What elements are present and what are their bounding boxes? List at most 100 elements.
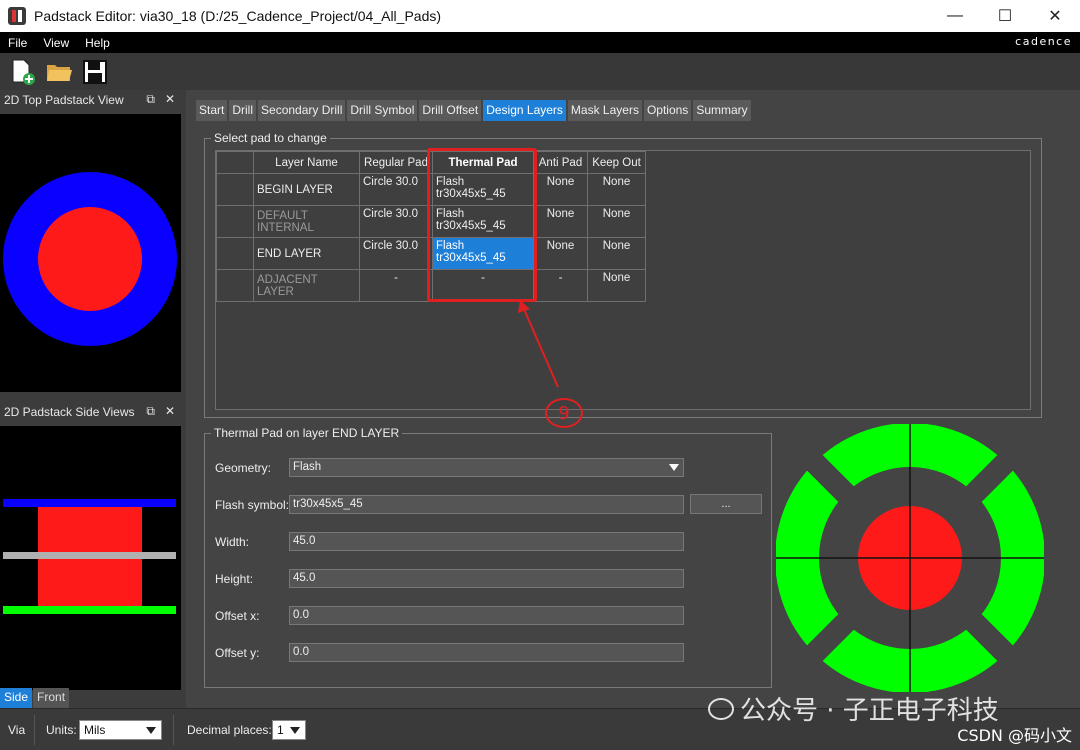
col-keep-out: Keep Out bbox=[587, 151, 646, 174]
float-icon[interactable]: ⧉ bbox=[146, 92, 155, 107]
close-icon[interactable]: ✕ bbox=[165, 404, 175, 419]
chevron-down-icon bbox=[146, 727, 156, 734]
tab-side[interactable]: Side bbox=[0, 688, 33, 708]
units-value: Mils bbox=[84, 723, 106, 737]
layer-name-cell: END LAYER bbox=[253, 237, 360, 270]
units-select[interactable]: Mils bbox=[79, 720, 162, 740]
annotation-arrow bbox=[518, 299, 559, 388]
col-regular-pad: Regular Pad bbox=[359, 151, 433, 174]
layer-name-cell: BEGIN LAYER bbox=[253, 173, 360, 206]
top-view-canvas[interactable] bbox=[0, 114, 181, 392]
keep-out-cell[interactable]: None bbox=[587, 205, 646, 238]
tab-drill[interactable]: Drill bbox=[229, 100, 257, 121]
decimal-places-select[interactable]: 1 bbox=[272, 720, 306, 740]
offset-x-label: Offset x: bbox=[215, 609, 260, 623]
tab-mask-layers[interactable]: Mask Layers bbox=[567, 100, 642, 121]
open-folder-icon[interactable] bbox=[44, 57, 74, 87]
width-row: Width: bbox=[215, 533, 290, 551]
tab-options[interactable]: Options bbox=[643, 100, 692, 121]
geometry-row: Geometry: bbox=[215, 459, 290, 477]
height-field[interactable]: 45.0 bbox=[289, 569, 684, 588]
col-index bbox=[216, 151, 254, 174]
browse-button[interactable]: ... bbox=[690, 494, 762, 514]
tab-front[interactable]: Front bbox=[33, 688, 70, 708]
layer-name-cell: DEFAULT INTERNAL bbox=[253, 205, 360, 238]
geometry-value: Flash bbox=[293, 461, 322, 473]
divider bbox=[173, 715, 174, 745]
tab-start[interactable]: Start bbox=[196, 100, 228, 121]
pad-table: Layer Name Regular Pad Thermal Pad Anti … bbox=[216, 151, 646, 302]
tab-design-layers[interactable]: Design Layers bbox=[483, 100, 566, 121]
regular-pad-cell[interactable]: - bbox=[359, 269, 433, 302]
table-row[interactable]: BEGIN LAYER Circle 30.0 Flash tr30x45x5_… bbox=[216, 173, 646, 206]
width-field[interactable]: 45.0 bbox=[289, 532, 684, 551]
regular-pad-cell[interactable]: Circle 30.0 bbox=[359, 205, 433, 238]
col-anti-pad: Anti Pad bbox=[533, 151, 588, 174]
tab-drill-symbol[interactable]: Drill Symbol bbox=[347, 100, 418, 121]
row-index-cell bbox=[216, 173, 254, 206]
watermark: 公众号 · 子正电子科技 bbox=[708, 690, 999, 727]
tab-secondary-drill[interactable]: Secondary Drill bbox=[258, 100, 346, 121]
row-index-cell bbox=[216, 237, 254, 270]
table-header-row: Layer Name Regular Pad Thermal Pad Anti … bbox=[216, 151, 646, 174]
units-label: Units: bbox=[46, 723, 77, 737]
thermal-pad-cell[interactable]: Flash tr30x45x5_45 bbox=[432, 205, 534, 238]
maximize-button[interactable]: ☐ bbox=[980, 0, 1030, 32]
tab-summary[interactable]: Summary bbox=[693, 100, 751, 121]
regular-pad-cell[interactable]: Circle 30.0 bbox=[359, 173, 433, 206]
keep-out-cell[interactable]: None bbox=[587, 173, 646, 206]
side-view-canvas[interactable] bbox=[0, 426, 181, 690]
geometry-select[interactable]: Flash bbox=[289, 458, 684, 477]
keep-out-cell[interactable]: None bbox=[587, 269, 646, 302]
regular-pad-cell[interactable]: Circle 30.0 bbox=[359, 237, 433, 270]
side-view-title: 2D Padstack Side Views bbox=[4, 405, 135, 419]
thermal-pad-cell[interactable]: Flash tr30x45x5_45 bbox=[432, 173, 534, 206]
thermal-group-title: Thermal Pad on layer END LAYER bbox=[211, 426, 403, 440]
float-icon[interactable]: ⧉ bbox=[146, 404, 155, 419]
row-index-cell bbox=[216, 205, 254, 238]
side-view-header: 2D Padstack Side Views ⧉ ✕ bbox=[0, 402, 181, 422]
close-icon[interactable]: ✕ bbox=[165, 92, 175, 107]
anti-pad-cell[interactable]: None bbox=[533, 205, 588, 238]
thermal-pad-cell-selected[interactable]: Flash tr30x45x5_45 bbox=[432, 237, 534, 270]
menu-file[interactable]: File bbox=[0, 36, 35, 50]
anti-pad-cell[interactable]: None bbox=[533, 173, 588, 206]
close-button[interactable]: ✕ bbox=[1030, 0, 1080, 32]
new-file-icon[interactable] bbox=[8, 57, 38, 87]
height-label: Height: bbox=[215, 572, 254, 586]
table-row[interactable]: DEFAULT INTERNAL Circle 30.0 Flash tr30x… bbox=[216, 205, 646, 238]
offset-x-field[interactable]: 0.0 bbox=[289, 606, 684, 625]
table-row[interactable]: END LAYER Circle 30.0 Flash tr30x45x5_45… bbox=[216, 237, 646, 270]
save-icon[interactable] bbox=[80, 57, 110, 87]
col-thermal-pad: Thermal Pad bbox=[432, 151, 534, 174]
side-view-panel: 2D Padstack Side Views ⧉ ✕ bbox=[0, 402, 181, 690]
minimize-button[interactable]: — bbox=[930, 0, 980, 32]
offset-y-label: Offset y: bbox=[215, 646, 260, 660]
offset-x-row: Offset x: bbox=[215, 607, 290, 625]
keep-out-cell[interactable]: None bbox=[587, 237, 646, 270]
via-label: Via bbox=[8, 723, 26, 737]
flash-symbol-field[interactable]: tr30x45x5_45 bbox=[289, 495, 684, 514]
offset-y-row: Offset y: bbox=[215, 644, 290, 662]
table-row[interactable]: ADJACENT LAYER - - - None bbox=[216, 269, 646, 302]
side-view-tabs: Side Front bbox=[0, 688, 181, 708]
select-pad-title: Select pad to change bbox=[211, 131, 330, 145]
layer-name-cell: ADJACENT LAYER bbox=[253, 269, 360, 302]
window-title: Padstack Editor: via30_18 (D:/25_Cadence… bbox=[34, 8, 442, 24]
csdn-watermark: CSDN @码小文 bbox=[957, 726, 1072, 745]
top-view-panel: 2D Top Padstack View ⧉ ✕ bbox=[0, 90, 181, 396]
menu-view[interactable]: View bbox=[35, 36, 77, 50]
geometry-label: Geometry: bbox=[215, 461, 272, 475]
col-layer-name: Layer Name bbox=[253, 151, 360, 174]
menu-help[interactable]: Help bbox=[77, 36, 118, 50]
brand-logo: cadence bbox=[1015, 35, 1072, 48]
chevron-down-icon bbox=[290, 727, 300, 734]
title-bar: Padstack Editor: via30_18 (D:/25_Cadence… bbox=[0, 0, 1080, 32]
flash-row: Flash symbol: bbox=[215, 496, 290, 514]
tab-drill-offset[interactable]: Drill Offset bbox=[419, 100, 482, 121]
row-index-cell bbox=[216, 269, 254, 302]
anti-pad-cell[interactable]: None bbox=[533, 237, 588, 270]
tab-strip: Start Drill Secondary Drill Drill Symbol… bbox=[196, 100, 753, 121]
offset-y-field[interactable]: 0.0 bbox=[289, 643, 684, 662]
top-view-title: 2D Top Padstack View bbox=[4, 93, 124, 107]
